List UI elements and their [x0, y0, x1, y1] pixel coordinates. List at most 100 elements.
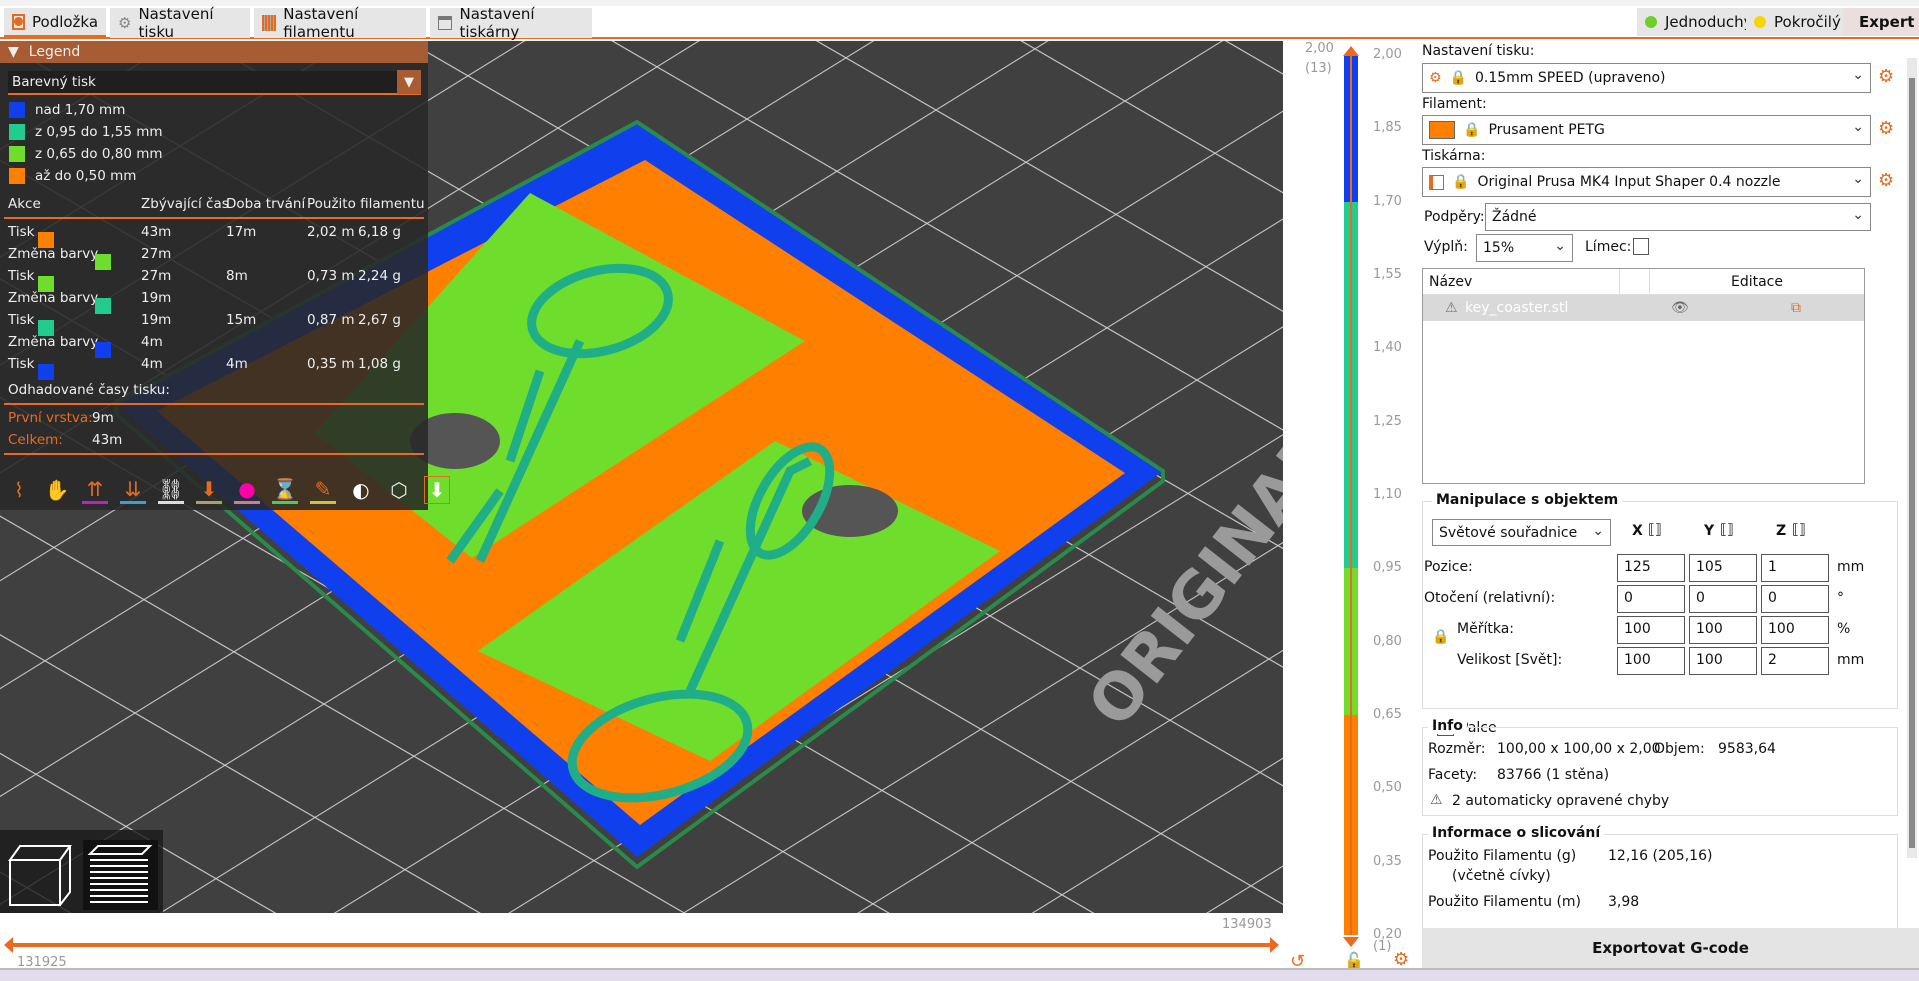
lower-thumb[interactable] — [1343, 937, 1359, 947]
color-changes-icon[interactable]: ● — [234, 476, 260, 504]
mode-advanced[interactable]: Pokročilý — [1746, 8, 1849, 36]
tab-filament-settings[interactable]: Nastavení filamentu — [254, 5, 426, 41]
collapse-triangle-icon: ▼ — [8, 44, 19, 60]
center-of-gravity-icon[interactable]: ◐ — [348, 476, 374, 504]
filament-weight: 6,18 g — [358, 224, 401, 240]
eye-icon[interactable]: 👁 — [1671, 300, 1689, 316]
manip-input[interactable]: 1 — [1761, 554, 1829, 582]
travel-icon[interactable]: ⌇ — [6, 476, 32, 504]
manip-row-label: Otočení (relativní): — [1424, 590, 1556, 606]
filament-length: 0,35 m — [307, 356, 355, 372]
object-row[interactable]: ⚠ key_coaster.stl 👁 ⧉ — [1423, 295, 1864, 321]
upper-thumb[interactable] — [1343, 46, 1359, 56]
edit-filament-icon[interactable]: ⚙ — [1878, 118, 1894, 139]
manip-input[interactable]: 100 — [1617, 647, 1685, 675]
legend-action-row: Tisk 19m 15m 0,87 m 2,67 g — [0, 309, 428, 336]
right-thumb[interactable] — [1270, 937, 1279, 953]
unit-label: ° — [1837, 590, 1844, 606]
chevron-down-icon: ⌄ — [1852, 67, 1864, 83]
action-label: Změna barvy — [8, 246, 99, 262]
retractions-icon[interactable]: ⇈ — [82, 476, 108, 504]
scale-lock-icon[interactable]: 🔒 — [1432, 629, 1449, 645]
manip-input[interactable]: 100 — [1689, 616, 1757, 644]
duration: 15m — [226, 312, 257, 328]
manip-input[interactable]: 125 — [1617, 554, 1685, 582]
filament-length: 0,87 m — [307, 312, 355, 328]
remaining-time: 27m — [141, 268, 172, 284]
infill-combo[interactable]: 15% ⌄ — [1476, 234, 1573, 262]
layers-view-icon[interactable] — [83, 840, 158, 910]
tab-plater[interactable]: Podložka — [4, 8, 106, 38]
sidebar-scrollbar[interactable] — [1907, 58, 1917, 858]
left-thumb[interactable] — [4, 937, 13, 953]
bottom-layer-number: (1) — [1373, 939, 1392, 954]
drop-to-bed-y-icon[interactable]: ⟦⟧ — [1720, 522, 1734, 538]
slider-track[interactable] — [12, 943, 1272, 947]
layer-tick-label: 0,80 — [1373, 633, 1402, 649]
layer-tick-label: 2,00 — [1373, 47, 1402, 62]
yellow-dot-icon — [1754, 16, 1766, 28]
horizontal-move-slider[interactable]: 134903 131925 ↺ — [0, 913, 1305, 972]
top-layer-height: 2,00 — [1305, 41, 1334, 56]
duration: 8m — [226, 268, 248, 284]
duration: 4m — [226, 356, 248, 372]
gear-icon: ⚙ — [1429, 70, 1442, 86]
3d-view-icon[interactable] — [8, 845, 72, 906]
warning-icon: ⚠ — [1430, 792, 1443, 808]
spool-icon — [262, 15, 277, 31]
export-gcode-button[interactable]: Exportovat G-code — [1422, 928, 1919, 968]
drop-to-bed-z-icon[interactable]: ⟦⟧ — [1792, 522, 1806, 538]
unit-label: % — [1837, 621, 1851, 637]
manip-input[interactable]: 100 — [1689, 647, 1757, 675]
gear-icon: ⚙ — [118, 14, 132, 32]
filament-combo[interactable]: 🔒 Prusament PETG ⌄ — [1422, 115, 1871, 145]
manip-input[interactable]: 2 — [1761, 647, 1829, 675]
vertical-layer-slider[interactable]: 2,00 (13) 2,00 1,85 1,70 1,55 1,40 1,25 1,10 0,… — [1283, 41, 1415, 970]
manip-input[interactable]: 0 — [1761, 585, 1829, 613]
mode-simple[interactable]: Jednoduchý — [1637, 8, 1761, 36]
remaining-time: 4m — [141, 356, 163, 372]
edit-printer-icon[interactable]: ⚙ — [1878, 170, 1894, 191]
print-settings-combo[interactable]: ⚙ 🔒 0.15mm SPEED (upraveno) ⌄ — [1422, 63, 1871, 93]
printer-combo[interactable]: 🔒 Original Prusa MK4 Input Shaper 0.4 noz… — [1422, 167, 1871, 197]
tool-marker-icon[interactable]: ⬇ — [424, 476, 450, 504]
manip-input[interactable]: 100 — [1617, 616, 1685, 644]
remaining-time: 19m — [141, 290, 172, 306]
tool-changes-icon[interactable]: ⬇ — [196, 476, 222, 504]
legend-action-row: Změna barvy 27m — [0, 243, 428, 270]
printer-icon — [1429, 174, 1444, 190]
view-type-select[interactable]: Barevný tisk ▼ — [8, 70, 421, 95]
legend-header[interactable]: ▼ Legend — [0, 41, 428, 63]
coordinates-combo[interactable]: Světové souřadnice ⌄ — [1432, 519, 1611, 546]
legend-action-row: Změna barvy 19m — [0, 287, 428, 314]
layer-tick-label: 1,85 — [1373, 120, 1402, 136]
manip-input[interactable]: 105 — [1689, 554, 1757, 582]
custom-gcode-icon[interactable]: ✎ — [310, 476, 336, 504]
tab-print-settings[interactable]: ⚙ Nastavení tisku — [110, 5, 250, 41]
brim-checkbox[interactable] — [1633, 238, 1649, 255]
manip-row-label: Měřítka: — [1457, 621, 1514, 637]
top-bar: Podložka ⚙ Nastavení tisku Nastavení fila… — [0, 0, 1919, 41]
manip-row-label: Pozice: — [1424, 559, 1473, 575]
legend-table: Akce Zbývající čas Doba trvání Použito fila… — [0, 193, 428, 455]
supports-combo[interactable]: Žádné ⌄ — [1485, 203, 1871, 231]
remaining-time: 43m — [141, 224, 172, 240]
layer-tick-label: 1,25 — [1373, 413, 1402, 429]
shells-icon[interactable]: ⬡ — [386, 476, 412, 504]
edit-print-settings-icon[interactable]: ⚙ — [1878, 66, 1894, 87]
drop-to-bed-x-icon[interactable]: ⟦⟧ — [1648, 522, 1662, 538]
legend-action-row: Změna barvy 4m — [0, 331, 428, 358]
object-list: Název Editace ⚠ key_coaster.stl 👁 ⧉ — [1422, 268, 1865, 484]
plate-icon — [12, 13, 25, 30]
manip-input[interactable]: 0 — [1617, 585, 1685, 613]
wipe-icon[interactable]: ✋ — [44, 476, 70, 504]
manip-input[interactable]: 0 — [1689, 585, 1757, 613]
settings-gear-icon[interactable]: ⚙ — [1393, 949, 1409, 970]
tab-printer-settings[interactable]: Nastavení tiskárny — [430, 5, 592, 41]
deretractions-icon[interactable]: ⇊ — [120, 476, 146, 504]
mode-expert[interactable]: Expert — [1843, 8, 1919, 36]
edit-object-icon[interactable]: ⧉ — [1791, 300, 1801, 316]
manip-input[interactable]: 100 — [1761, 616, 1829, 644]
pause-prints-icon[interactable]: ⌛ — [272, 476, 298, 504]
seams-icon[interactable]: ⛓ — [158, 476, 184, 504]
